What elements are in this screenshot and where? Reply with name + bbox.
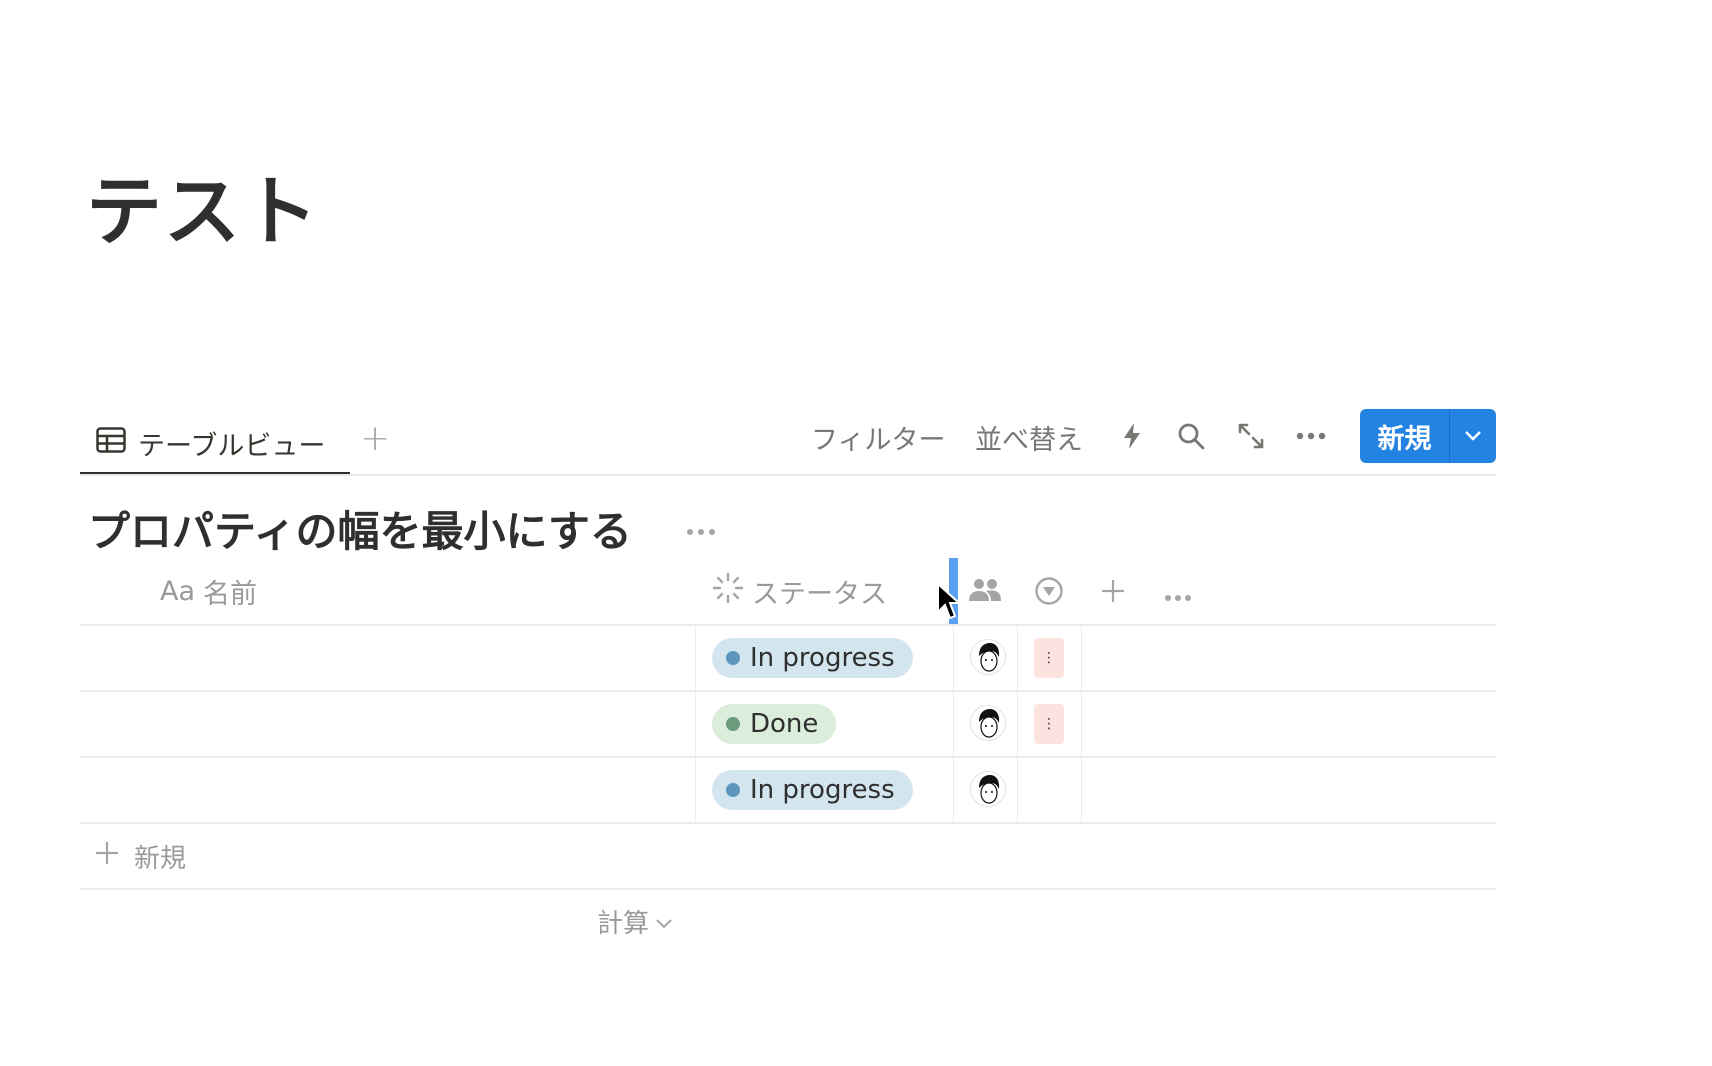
status-dot: [726, 783, 740, 797]
new-dropdown-button[interactable]: [1450, 409, 1496, 463]
status-dot: [726, 651, 740, 665]
avatar[interactable]: [970, 639, 1006, 675]
status-icon: [712, 572, 744, 611]
sort-button[interactable]: 並べ替え: [975, 418, 1083, 457]
footer-divider: [80, 888, 1496, 890]
person-column-icon[interactable]: [968, 578, 1002, 606]
expand-icon[interactable]: [1235, 420, 1267, 452]
status-badge[interactable]: In progress: [712, 770, 913, 810]
status-label: In progress: [750, 775, 895, 805]
status-label: In progress: [750, 643, 895, 673]
cursor-icon: [936, 581, 962, 626]
row-divider: [80, 822, 1496, 824]
chevron-down-icon: [655, 907, 673, 937]
add-view-button[interactable]: +: [360, 418, 390, 459]
status-dot: [726, 717, 740, 731]
database-title[interactable]: プロパティの幅を最小にする: [88, 498, 632, 559]
select-column-icon[interactable]: [1034, 576, 1064, 610]
column-header-name[interactable]: Aa 名前: [160, 572, 257, 611]
header-divider: [80, 624, 1496, 626]
row-divider: [80, 690, 1496, 692]
column-divider: [1081, 626, 1082, 822]
column-more-icon[interactable]: [1164, 587, 1192, 606]
calculate-label: 計算: [597, 909, 650, 939]
filter-button[interactable]: フィルター: [811, 418, 945, 457]
lightning-icon[interactable]: [1116, 420, 1148, 452]
column-label: 名前: [203, 579, 258, 610]
search-icon[interactable]: [1175, 420, 1207, 452]
column-divider: [953, 626, 954, 822]
add-row-button[interactable]: 新規: [94, 838, 186, 875]
status-badge[interactable]: Done: [712, 704, 837, 744]
row-divider: [80, 756, 1496, 758]
column-divider: [695, 626, 696, 822]
column-label: ステータス: [752, 579, 887, 610]
more-icon[interactable]: [1295, 420, 1327, 452]
select-tag[interactable]: ⋮: [1034, 638, 1064, 678]
divider: [80, 474, 1496, 476]
page-title: テスト: [86, 167, 320, 256]
avatar[interactable]: [970, 705, 1006, 741]
add-row-label: 新規: [134, 844, 187, 874]
avatar[interactable]: [970, 771, 1006, 807]
status-badge[interactable]: In progress: [712, 638, 913, 678]
table-icon: [96, 426, 126, 460]
plus-icon: [94, 840, 120, 873]
new-button-group: 新規: [1360, 409, 1496, 463]
column-divider: [1017, 626, 1018, 822]
new-button[interactable]: 新規: [1360, 409, 1450, 463]
tab-label: テーブルビュー: [138, 430, 326, 462]
add-property-icon[interactable]: [1100, 578, 1126, 608]
status-label: Done: [750, 709, 819, 739]
database-more-icon[interactable]: [686, 510, 716, 543]
select-tag[interactable]: ⋮: [1034, 704, 1064, 744]
tab-table-view[interactable]: テーブルビュー: [80, 414, 350, 476]
calculate-button[interactable]: 計算: [597, 903, 673, 940]
text-type-icon: Aa: [160, 576, 196, 607]
column-header-status[interactable]: ステータス: [712, 572, 887, 611]
